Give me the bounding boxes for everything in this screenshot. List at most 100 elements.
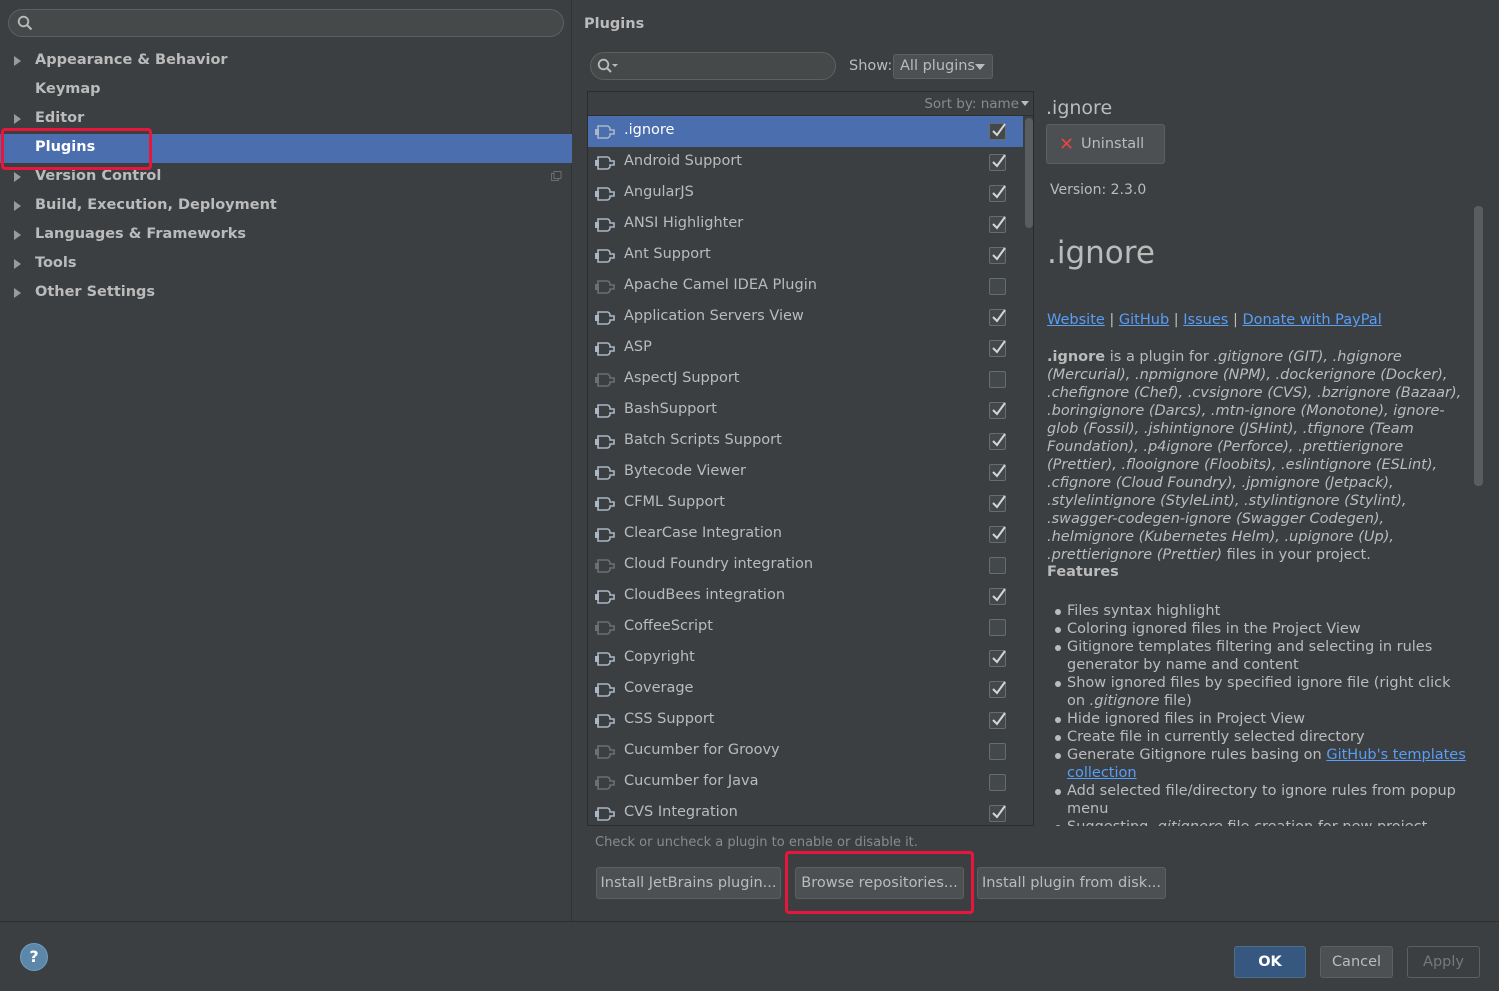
plugin-row[interactable]: Copyright [588,643,1023,674]
plugin-row[interactable]: Application Servers View [588,302,1023,333]
plugin-enabled-checkbox[interactable] [989,433,1006,450]
plugin-enabled-checkbox[interactable] [989,712,1006,729]
plugin-row[interactable]: AspectJ Support [588,364,1023,395]
install-jetbrains-plugin-button[interactable]: Install JetBrains plugin... [596,867,781,899]
issues-link[interactable]: Issues [1183,312,1228,328]
plugin-enabled-checkbox[interactable] [989,681,1006,698]
plugin-enabled-checkbox[interactable] [989,650,1006,667]
plugin-name: Coverage [624,680,694,696]
detail-scrollbar[interactable] [1474,206,1483,486]
plugin-enabled-checkbox[interactable] [989,526,1006,543]
chevron-right-icon[interactable] [14,259,21,269]
plugin-row[interactable]: ClearCase Integration [588,519,1023,550]
plugin-icon [595,309,615,327]
checkmark-icon [992,526,1006,540]
plugin-enabled-checkbox[interactable] [989,247,1006,264]
plugin-icon [595,154,615,172]
sidebar-item-appearance-behavior[interactable]: Appearance & Behavior [0,47,572,76]
plugin-row[interactable]: CVS Integration [588,798,1023,825]
sidebar-item-keymap[interactable]: Keymap [0,76,572,105]
chevron-down-icon [1021,101,1029,106]
plugin-name: ClearCase Integration [624,525,782,541]
sidebar-item-label: Keymap [35,81,101,97]
chevron-right-icon[interactable] [14,288,21,298]
plugin-enabled-checkbox[interactable] [989,805,1006,822]
plugin-enabled-checkbox[interactable] [989,185,1006,202]
plugin-enabled-checkbox[interactable] [989,588,1006,605]
plugin-row[interactable]: Batch Scripts Support [588,426,1023,457]
plugin-row[interactable]: Cloud Foundry integration [588,550,1023,581]
feature-text: Gitignore templates filtering and select… [1067,639,1433,673]
plugin-detail-name: .ignore [1046,97,1113,119]
checkmark-icon [992,340,1006,354]
desc-end: files in your project. [1221,547,1371,563]
plugin-enabled-checkbox[interactable] [989,557,1006,574]
plugin-name: CVS Integration [624,804,738,820]
plugin-row[interactable]: Ant Support [588,240,1023,271]
uninstall-button[interactable]: ✕ Uninstall [1046,124,1165,164]
plugin-enabled-checkbox[interactable] [989,278,1006,295]
chevron-right-icon[interactable] [14,56,21,66]
plugin-description: .ignore is a plugin for .gitignore (GIT)… [1047,348,1467,564]
search-icon [17,15,33,35]
cancel-button[interactable]: Cancel [1320,946,1393,978]
plugin-enabled-checkbox[interactable] [989,743,1006,760]
plugin-row[interactable]: Coverage [588,674,1023,705]
sort-by-dropdown[interactable]: Sort by: name [588,92,1033,116]
feature-text: Suggesting [1067,819,1153,826]
plugin-row[interactable]: Bytecode Viewer [588,457,1023,488]
plugin-row[interactable]: ANSI Highlighter [588,209,1023,240]
chevron-right-icon[interactable] [14,201,21,211]
search-icon [597,58,621,78]
chevron-right-icon[interactable] [14,230,21,240]
plugin-enabled-checkbox[interactable] [989,216,1006,233]
plugin-row[interactable]: CSS Support [588,705,1023,736]
plugin-icon [595,619,615,637]
close-icon: ✕ [1059,134,1075,155]
plugin-row[interactable]: CoffeeScript [588,612,1023,643]
show-filter-dropdown[interactable]: All plugins [893,54,993,79]
sidebar-item-build-execution-deployment[interactable]: Build, Execution, Deployment [0,192,572,221]
feature-item: Hide ignored files in Project View [1055,710,1470,728]
plugin-enabled-checkbox[interactable] [989,495,1006,512]
sidebar-item-languages-frameworks[interactable]: Languages & Frameworks [0,221,572,250]
plugin-enabled-checkbox[interactable] [989,464,1006,481]
plugin-enabled-checkbox[interactable] [989,154,1006,171]
plugin-icon [595,557,615,575]
plugin-enabled-checkbox[interactable] [989,309,1006,326]
plugin-enabled-checkbox[interactable] [989,619,1006,636]
plugin-row[interactable]: Cucumber for Java [588,767,1023,798]
plugin-row[interactable]: AngularJS [588,178,1023,209]
checkmark-icon [992,309,1006,323]
plugin-row[interactable]: CloudBees integration [588,581,1023,612]
checkmark-icon [992,464,1006,478]
ok-button[interactable]: OK [1234,946,1306,978]
sidebar-item-tools[interactable]: Tools [0,250,572,279]
help-icon[interactable]: ? [20,943,48,971]
plugin-enabled-checkbox[interactable] [989,123,1006,140]
plugin-row[interactable]: ASP [588,333,1023,364]
plugin-enabled-checkbox[interactable] [989,371,1006,388]
plugin-row[interactable]: Apache Camel IDEA Plugin [588,271,1023,302]
plugin-enabled-checkbox[interactable] [989,402,1006,419]
apply-button[interactable]: Apply [1407,946,1480,978]
plugin-enabled-checkbox[interactable] [989,774,1006,791]
website-link[interactable]: Website [1047,312,1105,328]
plugin-icon [595,650,615,668]
plugin-row[interactable]: BashSupport [588,395,1023,426]
plugin-row[interactable]: Android Support [588,147,1023,178]
settings-search-input[interactable] [8,9,564,37]
plugin-enabled-checkbox[interactable] [989,340,1006,357]
chevron-right-icon[interactable] [14,172,21,182]
install-plugin-from-disk-button[interactable]: Install plugin from disk... [977,867,1166,899]
chevron-right-icon[interactable] [14,114,21,124]
plugin-list-scrollbar[interactable] [1025,118,1033,228]
sidebar-item-other-settings[interactable]: Other Settings [0,279,572,308]
sidebar-item-label: Version Control [35,168,162,184]
plugin-row[interactable]: Cucumber for Groovy [588,736,1023,767]
donate-link[interactable]: Donate with PayPal [1242,312,1381,328]
plugin-row[interactable]: .ignore [588,116,1023,147]
plugin-row[interactable]: CFML Support [588,488,1023,519]
github-link[interactable]: GitHub [1119,312,1169,328]
plugin-search-input[interactable] [590,52,836,80]
